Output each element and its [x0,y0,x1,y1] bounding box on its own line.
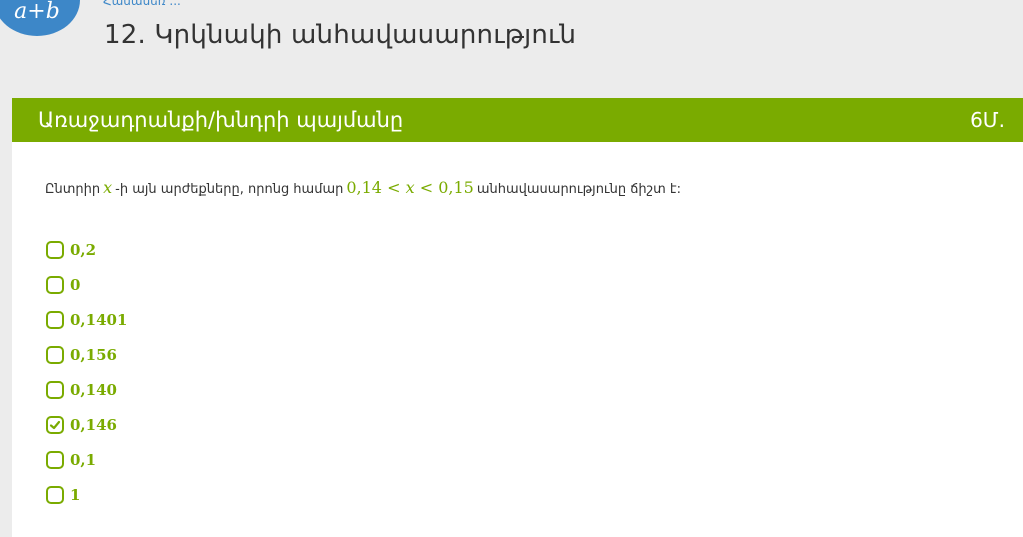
answer-option-label: 1 [70,485,81,504]
answer-option[interactable]: 1 [46,477,127,512]
answer-option-label: 0,156 [70,345,117,364]
checkbox[interactable] [46,310,64,329]
answer-option[interactable]: 0,140 [46,372,127,407]
checkbox[interactable] [46,240,64,259]
logo[interactable]: a+b [0,0,80,36]
checkbox[interactable] [46,275,64,294]
answer-option[interactable]: 0,156 [46,337,127,372]
page-title: 12. Կրկնակի անհավասարություն [104,20,577,50]
question-text: Ընտրիր x -ի այն արժեքները, որոնց համար 0… [45,178,681,197]
answer-option[interactable]: 0,2 [46,232,127,267]
answer-option-label: 0 [70,275,81,294]
checkbox[interactable] [46,345,64,364]
answer-option-label: 0,146 [70,415,117,434]
math-inequality: 0,14 < x < 0,15 [346,178,474,197]
answer-option-label: 0,2 [70,240,97,259]
checkbox[interactable] [46,485,64,504]
task-title: Առաջադրանքի/խնդրի պայմանը [38,108,404,132]
task-points: 6Մ. [970,108,1005,132]
checkbox-checked[interactable] [46,415,64,434]
checkmark-icon [49,420,61,429]
answer-option[interactable]: 0,1 [46,442,127,477]
answer-option[interactable]: 0,146 [46,407,127,442]
answer-option-label: 0,1 [70,450,97,469]
page-header: a+b Համասեռ ... 12. Կրկնակի անհավասարութ… [0,0,1023,88]
answer-options: 0,2 0 0,1401 0,156 0,140 0,146 0,1 1 [46,232,127,512]
checkbox[interactable] [46,380,64,399]
logo-text: a+b [14,0,60,24]
answer-option[interactable]: 0 [46,267,127,302]
math-variable: x [103,178,113,197]
task-card: Առաջադրանքի/խնդրի պայմանը 6Մ. Ընտրիր x -… [12,98,1023,537]
question-part-3: անհավասարությունը ճիշտ է: [476,182,681,197]
answer-option-label: 0,1401 [70,310,128,329]
checkbox[interactable] [46,450,64,469]
answer-option-label: 0,140 [70,380,117,399]
question-part-2: -ի այն արժեքները, որոնց համար [115,182,344,197]
question-part-1: Ընտրիր [45,182,101,197]
answer-option[interactable]: 0,1401 [46,302,127,337]
task-card-header: Առաջադրանքի/խնդրի պայմանը 6Մ. [12,98,1023,142]
breadcrumb[interactable]: Համասեռ ... [103,0,181,8]
